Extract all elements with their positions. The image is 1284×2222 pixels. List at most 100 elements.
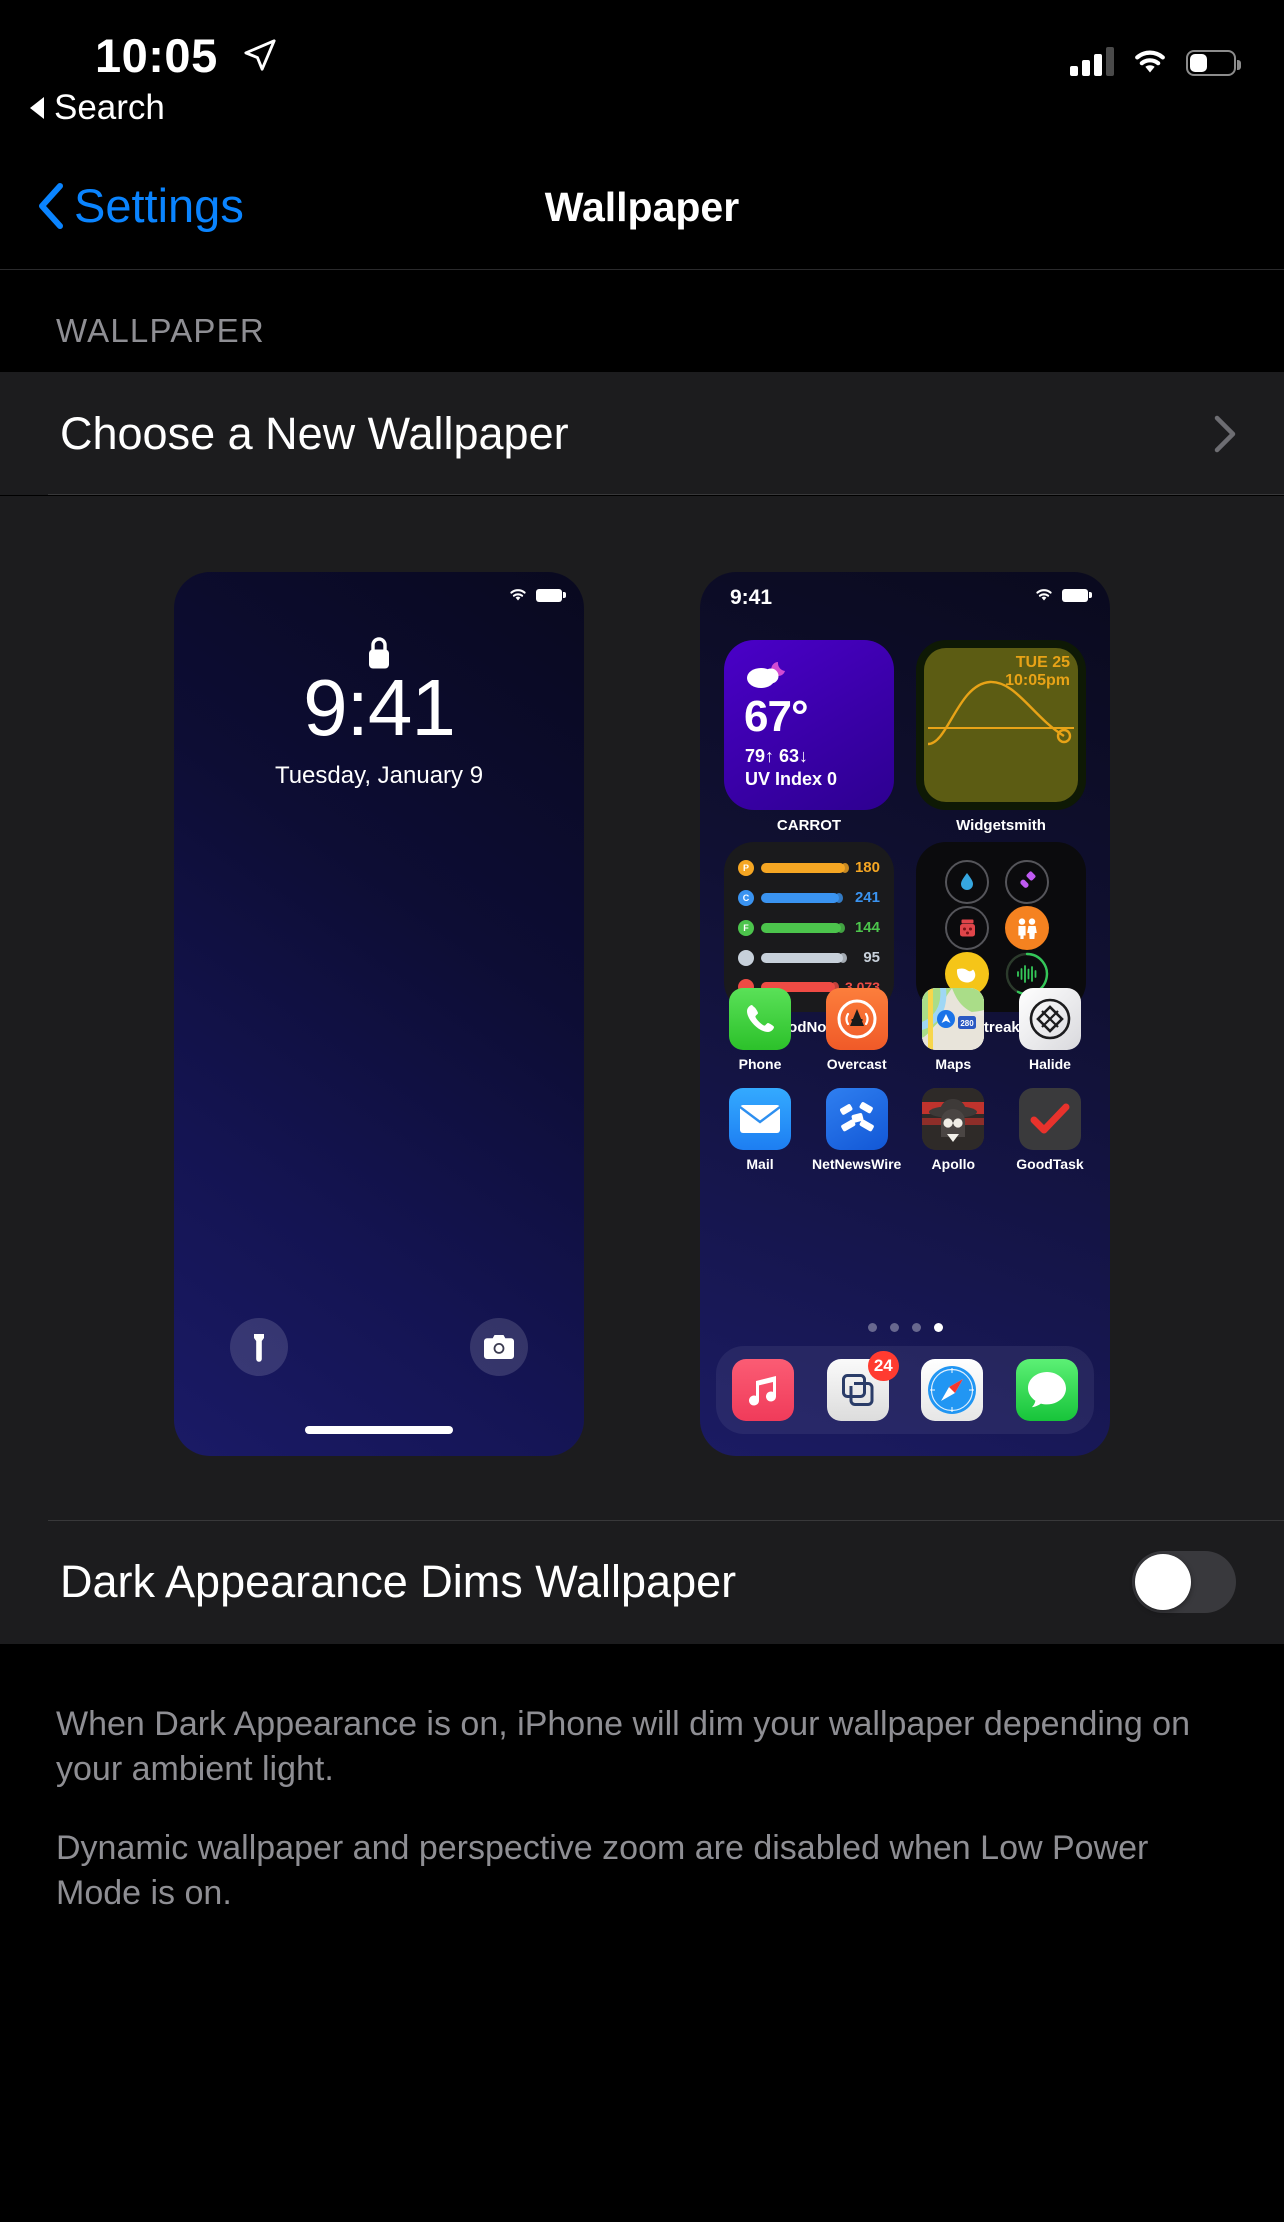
widget-label: Widgetsmith (956, 817, 1046, 834)
foodnoms-row: P 180 (738, 859, 880, 876)
cellular-signal-icon (1070, 46, 1114, 76)
app-label: Phone (738, 1056, 782, 1072)
dark-appearance-label: Dark Appearance Dims Wallpaper (60, 1556, 737, 1607)
camera-icon (484, 1335, 514, 1359)
app-overcast[interactable]: Overcast (819, 988, 895, 1072)
phone-icon (747, 1005, 774, 1032)
flashlight-button[interactable] (230, 1318, 288, 1376)
app-halide[interactable]: Halide (1012, 988, 1088, 1072)
status-bar: 10:05 (0, 0, 1284, 112)
app-netnewswire[interactable]: NetNewsWire (812, 1088, 901, 1172)
battery-icon (536, 588, 566, 602)
cloud-moon-icon (747, 662, 785, 688)
app-maps[interactable]: 280 Maps (915, 988, 991, 1072)
back-to-search-button[interactable]: Search (30, 88, 165, 128)
choose-new-wallpaper-label: Choose a New Wallpaper (60, 407, 569, 459)
app-goodtask[interactable]: GoodTask (1012, 1088, 1088, 1172)
foodnoms-row: 95 (738, 949, 880, 966)
widgetsmith-text: TUE 25 10:05pm (1005, 654, 1070, 691)
choose-wallpaper-group: Choose a New Wallpaper (0, 372, 1284, 495)
foodnoms-value: 241 (854, 889, 880, 906)
dark-appearance-group: Dark Appearance Dims Wallpaper (0, 1520, 1284, 1644)
halide-icon (1029, 998, 1071, 1040)
section-header-wallpaper: WALLPAPER (0, 271, 1284, 372)
wifi-icon (1135, 50, 1165, 73)
maps-icon: 280 (922, 988, 985, 1050)
chevron-right-icon (1214, 415, 1236, 452)
page-title: Wallpaper (544, 184, 740, 230)
widget-carrot[interactable]: 67° 79↑ 63↓ UV Index 0 CARROT (724, 640, 894, 834)
foodnoms-value: 180 (854, 859, 880, 876)
back-triangle-icon (30, 97, 44, 119)
dark-appearance-dims-wallpaper-row[interactable]: Dark Appearance Dims Wallpaper (0, 1520, 1284, 1644)
dock-app-music[interactable] (732, 1359, 795, 1421)
foodnoms-key: C (738, 889, 754, 906)
app-mail[interactable]: Mail (722, 1088, 798, 1172)
page-dots[interactable] (700, 1323, 1110, 1332)
battery-icon (1062, 588, 1092, 602)
app-label: Halide (1028, 1056, 1071, 1072)
pill-jar-icon (959, 919, 975, 937)
lock-preview-date: Tuesday, January 9 (274, 762, 484, 789)
home-preview-time: 9:41 (730, 586, 773, 609)
app-grid: Phone Overcast 280 Maps Halide Mail NetN… (722, 988, 1088, 1188)
overcast-icon (837, 999, 877, 1039)
footer-paragraph-1: When Dark Appearance is on, iPhone will … (56, 1705, 1191, 1788)
app-label: Maps (935, 1056, 972, 1072)
back-to-search-label: Search (54, 88, 165, 127)
foodnoms-row: F 144 (738, 919, 880, 936)
app-label: NetNewsWire (811, 1156, 902, 1172)
home-screen-preview[interactable]: 9:41 67° 79↑ 63↓ UV Index 0 CARROT TUE 2… (700, 572, 1110, 1456)
dock-app-safari[interactable] (921, 1359, 984, 1421)
lock-screen-preview[interactable]: 9:41 Tuesday, January 9 (174, 572, 584, 1456)
camera-button[interactable] (470, 1318, 528, 1376)
wifi-icon (510, 589, 526, 601)
app-label: Apollo (931, 1156, 976, 1172)
netnewswire-icon (839, 1102, 874, 1132)
widget-widgetsmith[interactable]: TUE 25 10:05pm Widgetsmith (916, 640, 1086, 834)
apollo-icon (922, 1088, 985, 1150)
safari-icon (928, 1366, 977, 1414)
home-preview-status-bar: 9:41 (700, 572, 1110, 620)
widgetsmith-line1: TUE 25 (1015, 654, 1070, 671)
people-icon (1018, 918, 1037, 939)
toggle-knob (1135, 1554, 1191, 1610)
flashlight-icon (254, 1334, 264, 1362)
app-row-1: Phone Overcast 280 Maps Halide (722, 988, 1088, 1072)
wallpaper-previews: 9:41 Tuesday, January 9 9:41 67° 79↑ 63↓… (0, 496, 1284, 1520)
carrot-hi-lo: 79↑ 63↓ (745, 746, 809, 766)
app-apollo[interactable]: Apollo (915, 1088, 991, 1172)
app-phone[interactable]: Phone (722, 988, 798, 1072)
streaks-habit-water (945, 860, 989, 904)
dark-appearance-toggle[interactable] (1132, 1551, 1236, 1613)
section-header-label: WALLPAPER (56, 312, 265, 349)
status-bar-indicators (1070, 46, 1241, 76)
foodnoms-value: 144 (854, 919, 880, 936)
foodnoms-key (738, 949, 754, 966)
streaks-habit-pills (945, 906, 989, 950)
svg-text:280: 280 (961, 1019, 975, 1028)
music-note-icon (749, 1376, 777, 1406)
toothbrush-icon (1020, 871, 1036, 888)
widget-area: 67° 79↑ 63↓ UV Index 0 CARROT TUE 25 10:… (724, 640, 1086, 1044)
footer-paragraph-2: Dynamic wallpaper and perspective zoom a… (56, 1828, 1149, 1912)
widgetsmith-line2: 10:05pm (1005, 672, 1070, 690)
status-bar-time: 10:05 (95, 29, 218, 82)
foodnoms-value: 95 (863, 949, 880, 966)
goodtask-icon (1030, 1103, 1070, 1134)
carrot-temperature: 67° (744, 692, 809, 741)
app-row-2: Mail NetNewsWire Apollo GoodTask (722, 1088, 1088, 1172)
home-indicator (305, 1426, 453, 1434)
water-drop-icon (961, 873, 973, 890)
widget-row-1: 67° 79↑ 63↓ UV Index 0 CARROT TUE 25 10:… (724, 640, 1086, 834)
location-arrow-icon (244, 39, 276, 71)
dock: 24 (716, 1346, 1094, 1434)
foodnoms-key: F (738, 919, 754, 936)
badge-count: 24 (867, 1351, 899, 1381)
dock-app-tot[interactable]: 24 (826, 1351, 899, 1421)
battery-icon (1186, 50, 1241, 76)
dock-app-messages[interactable] (1015, 1359, 1078, 1421)
mail-icon (740, 1105, 780, 1133)
foodnoms-row: C 241 (738, 889, 880, 906)
choose-new-wallpaper-row[interactable]: Choose a New Wallpaper (0, 372, 1284, 495)
